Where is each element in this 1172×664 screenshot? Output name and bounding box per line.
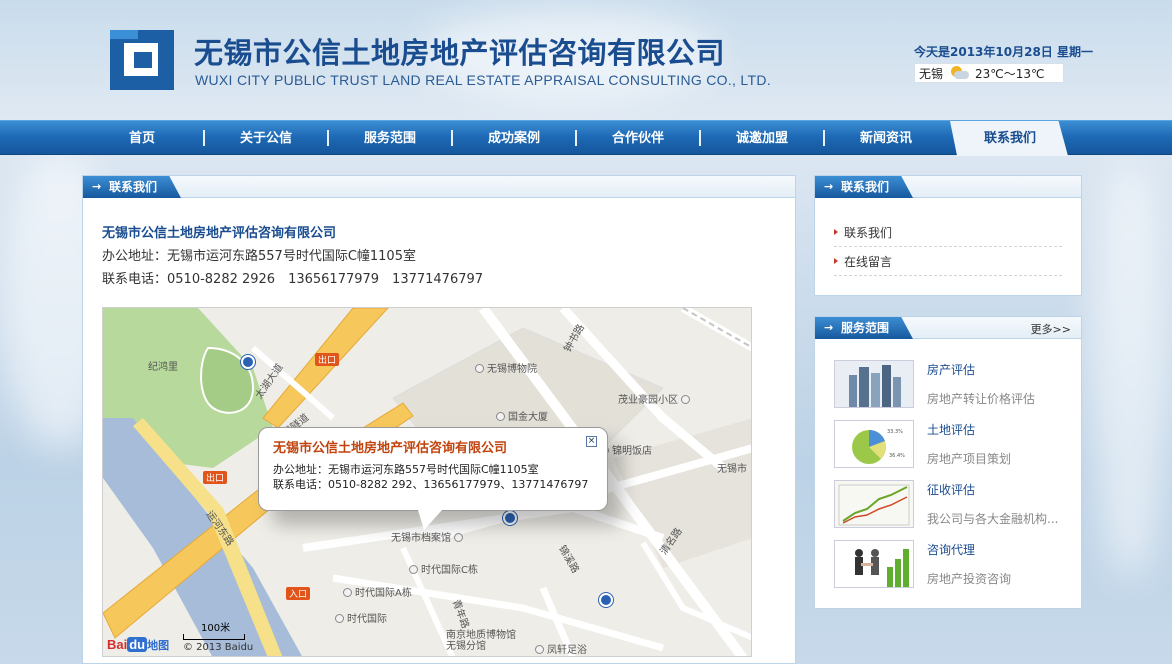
popup-title: 无锡市公信土地房地产评估咨询有限公司 <box>273 441 508 456</box>
map-label-shidai-c: 时代国际C栋 <box>409 561 478 576</box>
poi-icon <box>681 395 691 404</box>
map-scale-label: 100米 <box>201 623 231 634</box>
poi-icon <box>343 588 352 597</box>
map-copyright: © 2013 Baidu <box>183 642 254 653</box>
company-name-cn: 无锡市公信土地房地产评估咨询有限公司 <box>194 36 726 70</box>
arrow-icon: → <box>824 321 834 334</box>
map-label-shidai: 时代国际 <box>335 610 387 625</box>
sidebar-link-message[interactable]: 在线留言 <box>844 253 892 270</box>
baidu-logo[interactable]: Bai du 地图 <box>107 637 169 653</box>
weather-city: 无锡 <box>919 66 944 81</box>
service-desc: 房地产项目策划 <box>927 452 1012 466</box>
map-entrance-tag: 入口 <box>286 587 311 600</box>
arrow-icon: → <box>92 180 102 193</box>
map-label-maoye: 茂业豪园小区 <box>618 391 693 406</box>
buildings-thumb[interactable] <box>834 360 914 408</box>
map-label-jihongli: 纪鸿里 <box>148 362 178 373</box>
nav-item-news[interactable]: 新闻资讯 <box>831 121 941 156</box>
sidebar-contact-panel: → 联系我们 联系我们 在线留言 <box>814 175 1082 296</box>
panel-header: → 联系我们 <box>83 176 795 198</box>
bus-stop-icon[interactable] <box>599 593 613 607</box>
nav-item-services[interactable]: 服务范围 <box>335 121 445 156</box>
contact-phone: 联系电话：0510-8282 2926 13656177979 13771476… <box>102 272 484 287</box>
panel-header: → 服务范围 更多>> <box>815 317 1081 339</box>
nav-item-partners[interactable]: 合作伙伴 <box>583 121 693 156</box>
contact-address: 办公地址：无锡市运河东路557号时代国际C幢1105室 <box>102 249 416 264</box>
map-scale-bar <box>183 634 245 640</box>
close-icon[interactable]: × <box>586 436 597 447</box>
bullet-icon <box>834 258 838 264</box>
handshake-thumb[interactable] <box>834 540 914 588</box>
bus-stop-icon[interactable] <box>241 355 255 369</box>
panel-tab-label: 服务范围 <box>841 321 890 335</box>
nav-separator <box>823 130 825 146</box>
line-chart-thumb[interactable] <box>834 480 914 528</box>
map-label-shidai-a: 时代国际A栋 <box>343 584 412 599</box>
panel-tab-contact: → 联系我们 <box>83 176 182 198</box>
nav-item-about[interactable]: 关于公信 <box>211 121 321 156</box>
pie-chart-thumb[interactable]: 33.3% 36.4% <box>834 420 914 468</box>
bus-stop-icon[interactable] <box>503 511 517 525</box>
service-desc: 房地产转让价格评估 <box>927 392 1036 406</box>
bullet-icon <box>834 229 838 235</box>
svg-text:33.3%: 33.3% <box>887 429 903 435</box>
nav-separator <box>203 130 205 146</box>
service-title[interactable]: 咨询代理 <box>927 541 975 558</box>
date-display: 今天是2013年10月28日 星期一 <box>914 45 1093 59</box>
poi-icon <box>475 364 484 373</box>
map-label-museum: 无锡博物院 <box>475 360 537 375</box>
popup-address: 办公地址：无锡市运河东路557号时代国际C幢1105室 <box>273 463 539 476</box>
svg-text:36.4%: 36.4% <box>889 453 905 459</box>
popup-pointer <box>418 510 442 530</box>
map-label-guojin: 国金大厦 <box>496 408 548 423</box>
more-link[interactable]: 更多>> <box>1031 321 1071 337</box>
nav-item-contact[interactable]: 联系我们 <box>955 121 1065 156</box>
weather-widget: 无锡 23℃～13℃ <box>914 63 1064 83</box>
main-nav: 首页 关于公信 服务范围 成功案例 合作伙伴 诚邀加盟 新闻资讯 联系我们 <box>0 120 1172 156</box>
service-title[interactable]: 房产评估 <box>927 361 975 378</box>
sidebar-services-panel: → 服务范围 更多>> 房产评估 房地产转让价格评估 33.3% 36.4% 土… <box>814 316 1082 609</box>
service-title[interactable]: 征收评估 <box>927 481 975 498</box>
poi-icon <box>335 614 344 623</box>
map-exit-tag: 出口 <box>203 471 228 484</box>
company-logo[interactable] <box>110 30 174 90</box>
nav-item-cases[interactable]: 成功案例 <box>459 121 569 156</box>
sidebar-link-contact[interactable]: 联系我们 <box>844 224 892 241</box>
bg-cloud <box>1090 160 1170 580</box>
poi-icon <box>496 412 505 421</box>
service-desc: 我公司与各大金融机构... <box>927 512 1059 526</box>
panel-tab-label: 联系我们 <box>109 180 158 194</box>
service-desc: 房地产投资咨询 <box>927 572 1012 586</box>
map-label-fengxuan: 凤轩足浴 <box>535 641 587 656</box>
weather-temp: 23℃～13℃ <box>975 66 1045 81</box>
poi-icon <box>535 645 544 654</box>
arrow-icon: → <box>824 180 834 193</box>
panel-tab-services: → 服务范围 <box>815 317 914 339</box>
panel-header: → 联系我们 <box>815 176 1081 198</box>
panel-tab-contact: → 联系我们 <box>815 176 914 198</box>
nav-separator <box>327 130 329 146</box>
map-label-wuxi: 无锡市 <box>717 464 747 475</box>
poi-icon <box>409 565 418 574</box>
contact-company-name: 无锡市公信土地房地产评估咨询有限公司 <box>102 226 337 241</box>
nav-separator <box>575 130 577 146</box>
map-label-archives: 无锡市档案馆 <box>391 529 466 544</box>
nav-item-join[interactable]: 诚邀加盟 <box>707 121 817 156</box>
divider <box>834 275 1062 276</box>
company-name-en: WUXI CITY PUBLIC TRUST LAND REAL ESTATE … <box>195 72 771 88</box>
partly-cloudy-icon <box>949 66 970 80</box>
popup-phone: 联系电话：0510-8282 292、13656177979、137714767… <box>273 478 589 491</box>
map-info-popup: 无锡市公信土地房地产评估咨询有限公司 办公地址：无锡市运河东路557号时代国际C… <box>258 427 608 511</box>
map-label-nanjing-museum: 南京地质博物馆无锡分馆 <box>446 630 516 652</box>
nav-item-home[interactable]: 首页 <box>87 121 197 156</box>
nav-separator <box>699 130 701 146</box>
panel-tab-label: 联系我们 <box>841 180 890 194</box>
service-title[interactable]: 土地评估 <box>927 421 975 438</box>
nav-separator <box>451 130 453 146</box>
divider <box>834 246 1062 247</box>
map-exit-tag: 出口 <box>315 353 340 366</box>
poi-icon <box>454 533 464 542</box>
